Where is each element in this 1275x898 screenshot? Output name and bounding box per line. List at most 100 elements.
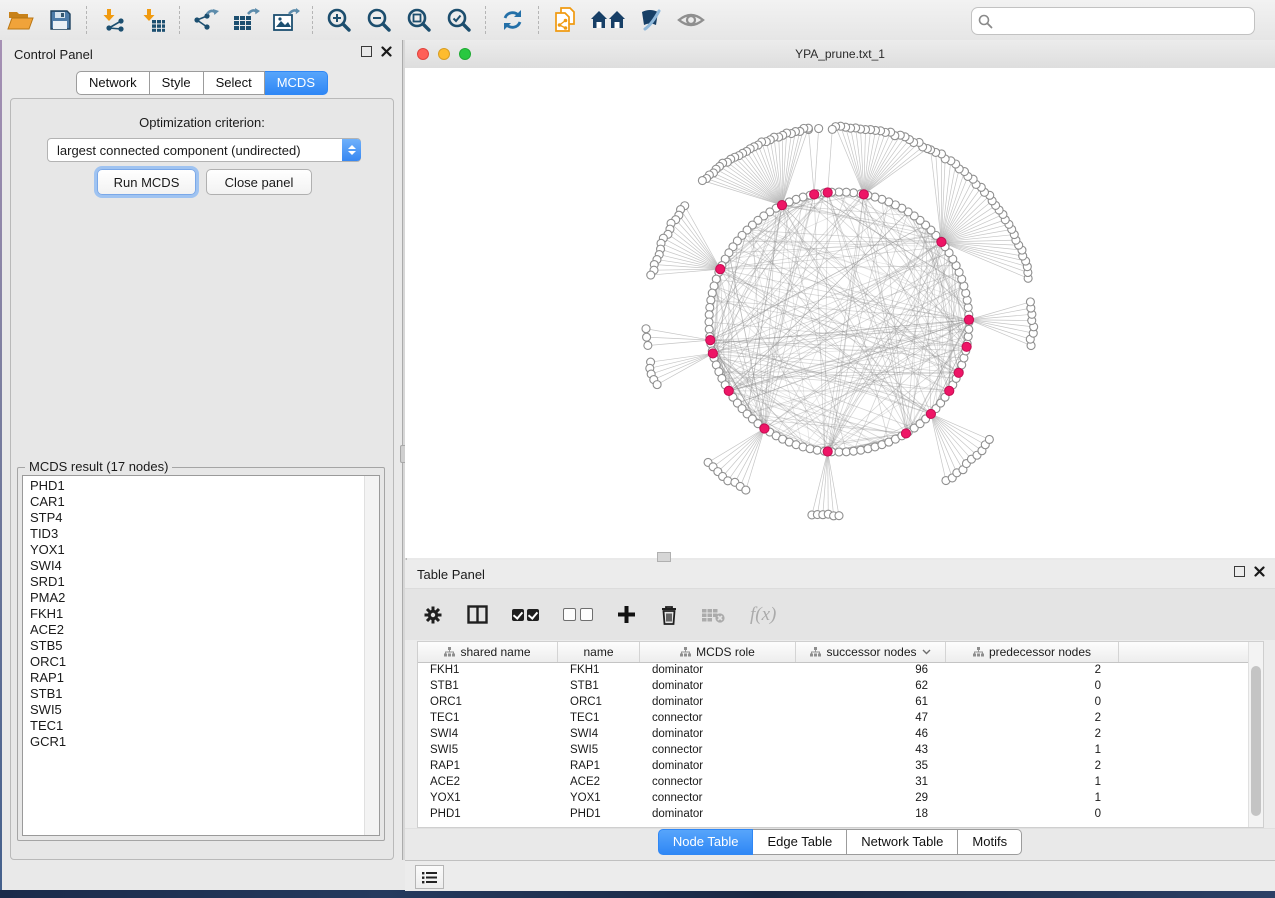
table-row[interactable]: ACE2ACE2connector311 <box>418 774 1249 790</box>
import-network-icon[interactable] <box>96 5 130 35</box>
zoom-in-icon[interactable] <box>322 5 356 35</box>
close-window-icon[interactable] <box>417 48 429 60</box>
table-row[interactable]: STB1STB1dominator620 <box>418 678 1249 694</box>
home-icon[interactable] <box>588 5 628 35</box>
select-all-icon[interactable] <box>512 609 539 621</box>
minimize-window-icon[interactable] <box>438 48 450 60</box>
dominator-node[interactable] <box>724 386 733 395</box>
graph-node[interactable] <box>698 177 706 185</box>
export-image-icon[interactable] <box>269 5 303 35</box>
clone-network-icon[interactable] <box>548 5 582 35</box>
add-column-icon[interactable] <box>617 605 636 624</box>
table-row[interactable]: ORC1ORC1dominator610 <box>418 694 1249 710</box>
tab-select[interactable]: Select <box>204 71 265 95</box>
graph-node[interactable] <box>653 381 661 389</box>
refresh-icon[interactable] <box>495 5 529 35</box>
table-scrollbar-thumb[interactable] <box>1251 666 1261 816</box>
graph-node[interactable] <box>806 445 814 453</box>
export-table-icon[interactable] <box>229 5 263 35</box>
eye-icon[interactable] <box>674 5 708 35</box>
graph-node[interactable] <box>708 289 716 297</box>
tab-network-table[interactable]: Network Table <box>847 829 958 855</box>
column-header-predecessor-nodes[interactable]: predecessor nodes <box>946 642 1119 662</box>
zoom-out-icon[interactable] <box>362 5 396 35</box>
delete-icon[interactable] <box>660 605 678 625</box>
horizontal-splitter-handle[interactable] <box>657 552 671 562</box>
tab-edge-table[interactable]: Edge Table <box>753 829 847 855</box>
column-header-shared-name[interactable]: shared name <box>418 642 558 662</box>
graph-node[interactable] <box>963 296 971 304</box>
maximize-window-icon[interactable] <box>459 48 471 60</box>
dominator-node[interactable] <box>926 409 935 418</box>
graph-node[interactable] <box>643 333 651 341</box>
tab-node-table[interactable]: Node Table <box>658 829 754 855</box>
dominator-node[interactable] <box>954 368 963 377</box>
run-mcds-button[interactable]: Run MCDS <box>97 169 196 195</box>
graph-node[interactable] <box>857 446 865 454</box>
network-view-canvas[interactable] <box>405 68 1275 558</box>
column-header-MCDS-role[interactable]: MCDS role <box>640 642 796 662</box>
zoom-selected-icon[interactable] <box>442 5 476 35</box>
float-table-panel-icon[interactable] <box>1234 566 1245 577</box>
export-network-icon[interactable] <box>189 5 223 35</box>
dominator-node[interactable] <box>901 429 910 438</box>
cell: FKH1 <box>418 664 558 676</box>
gear-icon[interactable] <box>423 605 443 625</box>
graph-node[interactable] <box>815 124 823 132</box>
dominator-node[interactable] <box>945 386 954 395</box>
table-row[interactable]: SWI4SWI4dominator462 <box>418 726 1249 742</box>
criterion-dropdown[interactable]: largest connected component (undirected) <box>47 138 361 162</box>
dominator-node[interactable] <box>823 188 832 197</box>
deselect-all-icon[interactable] <box>563 608 593 621</box>
graph-node[interactable] <box>647 271 655 279</box>
graph-node[interactable] <box>828 125 836 133</box>
graph-node[interactable] <box>965 325 973 333</box>
tab-mcds[interactable]: MCDS <box>265 71 328 95</box>
split-columns-icon[interactable] <box>467 605 488 624</box>
table-row[interactable]: FKH1FKH1dominator962 <box>418 662 1249 678</box>
dominator-node[interactable] <box>760 424 769 433</box>
graph-node[interactable] <box>644 341 652 349</box>
dominator-node[interactable] <box>859 190 868 199</box>
table-row[interactable]: RAP1RAP1dominator352 <box>418 758 1249 774</box>
dominator-node[interactable] <box>823 447 832 456</box>
dominator-node[interactable] <box>962 342 971 351</box>
table-row[interactable]: YOX1YOX1connector291 <box>418 790 1249 806</box>
column-header-successor-nodes[interactable]: successor nodes <box>796 642 946 662</box>
table-scrollbar[interactable] <box>1248 642 1263 827</box>
task-history-button[interactable] <box>415 865 444 889</box>
close-panel-icon[interactable] <box>381 46 392 57</box>
tab-motifs[interactable]: Motifs <box>958 829 1022 855</box>
hide-graphics-icon[interactable] <box>634 5 668 35</box>
graph-node[interactable] <box>742 486 750 494</box>
mcds-list-scrollbar[interactable] <box>364 476 379 835</box>
close-table-panel-icon[interactable] <box>1254 566 1265 577</box>
dominator-node[interactable] <box>706 335 715 344</box>
dropdown-stepper-icon <box>342 139 361 161</box>
graph-node[interactable] <box>642 325 650 333</box>
column-header-name[interactable]: name <box>558 642 640 662</box>
close-panel-button[interactable]: Close panel <box>206 169 312 195</box>
search-input[interactable] <box>997 13 1248 30</box>
table-row[interactable]: PHD1PHD1dominator180 <box>418 806 1249 822</box>
import-table-icon[interactable] <box>136 5 170 35</box>
save-icon[interactable] <box>43 5 77 35</box>
table-row[interactable]: SWI5SWI5connector431 <box>418 742 1249 758</box>
graph-node[interactable] <box>835 512 843 520</box>
dominator-node[interactable] <box>777 201 786 210</box>
zoom-fit-icon[interactable] <box>402 5 436 35</box>
dominator-node[interactable] <box>964 315 973 324</box>
network-window-titlebar[interactable]: YPA_prune.txt_1 <box>405 40 1275 69</box>
tab-network[interactable]: Network <box>76 71 150 95</box>
graph-node[interactable] <box>1026 298 1034 306</box>
network-graph <box>405 68 1275 558</box>
float-panel-icon[interactable] <box>361 46 372 57</box>
graph-node[interactable] <box>985 435 993 443</box>
dominator-node[interactable] <box>810 190 819 199</box>
dominator-node[interactable] <box>716 265 725 274</box>
table-row[interactable]: TEC1TEC1connector472 <box>418 710 1249 726</box>
dominator-node[interactable] <box>937 237 946 246</box>
dominator-node[interactable] <box>708 349 717 358</box>
tab-style[interactable]: Style <box>150 71 204 95</box>
open-folder-icon[interactable] <box>3 5 37 35</box>
